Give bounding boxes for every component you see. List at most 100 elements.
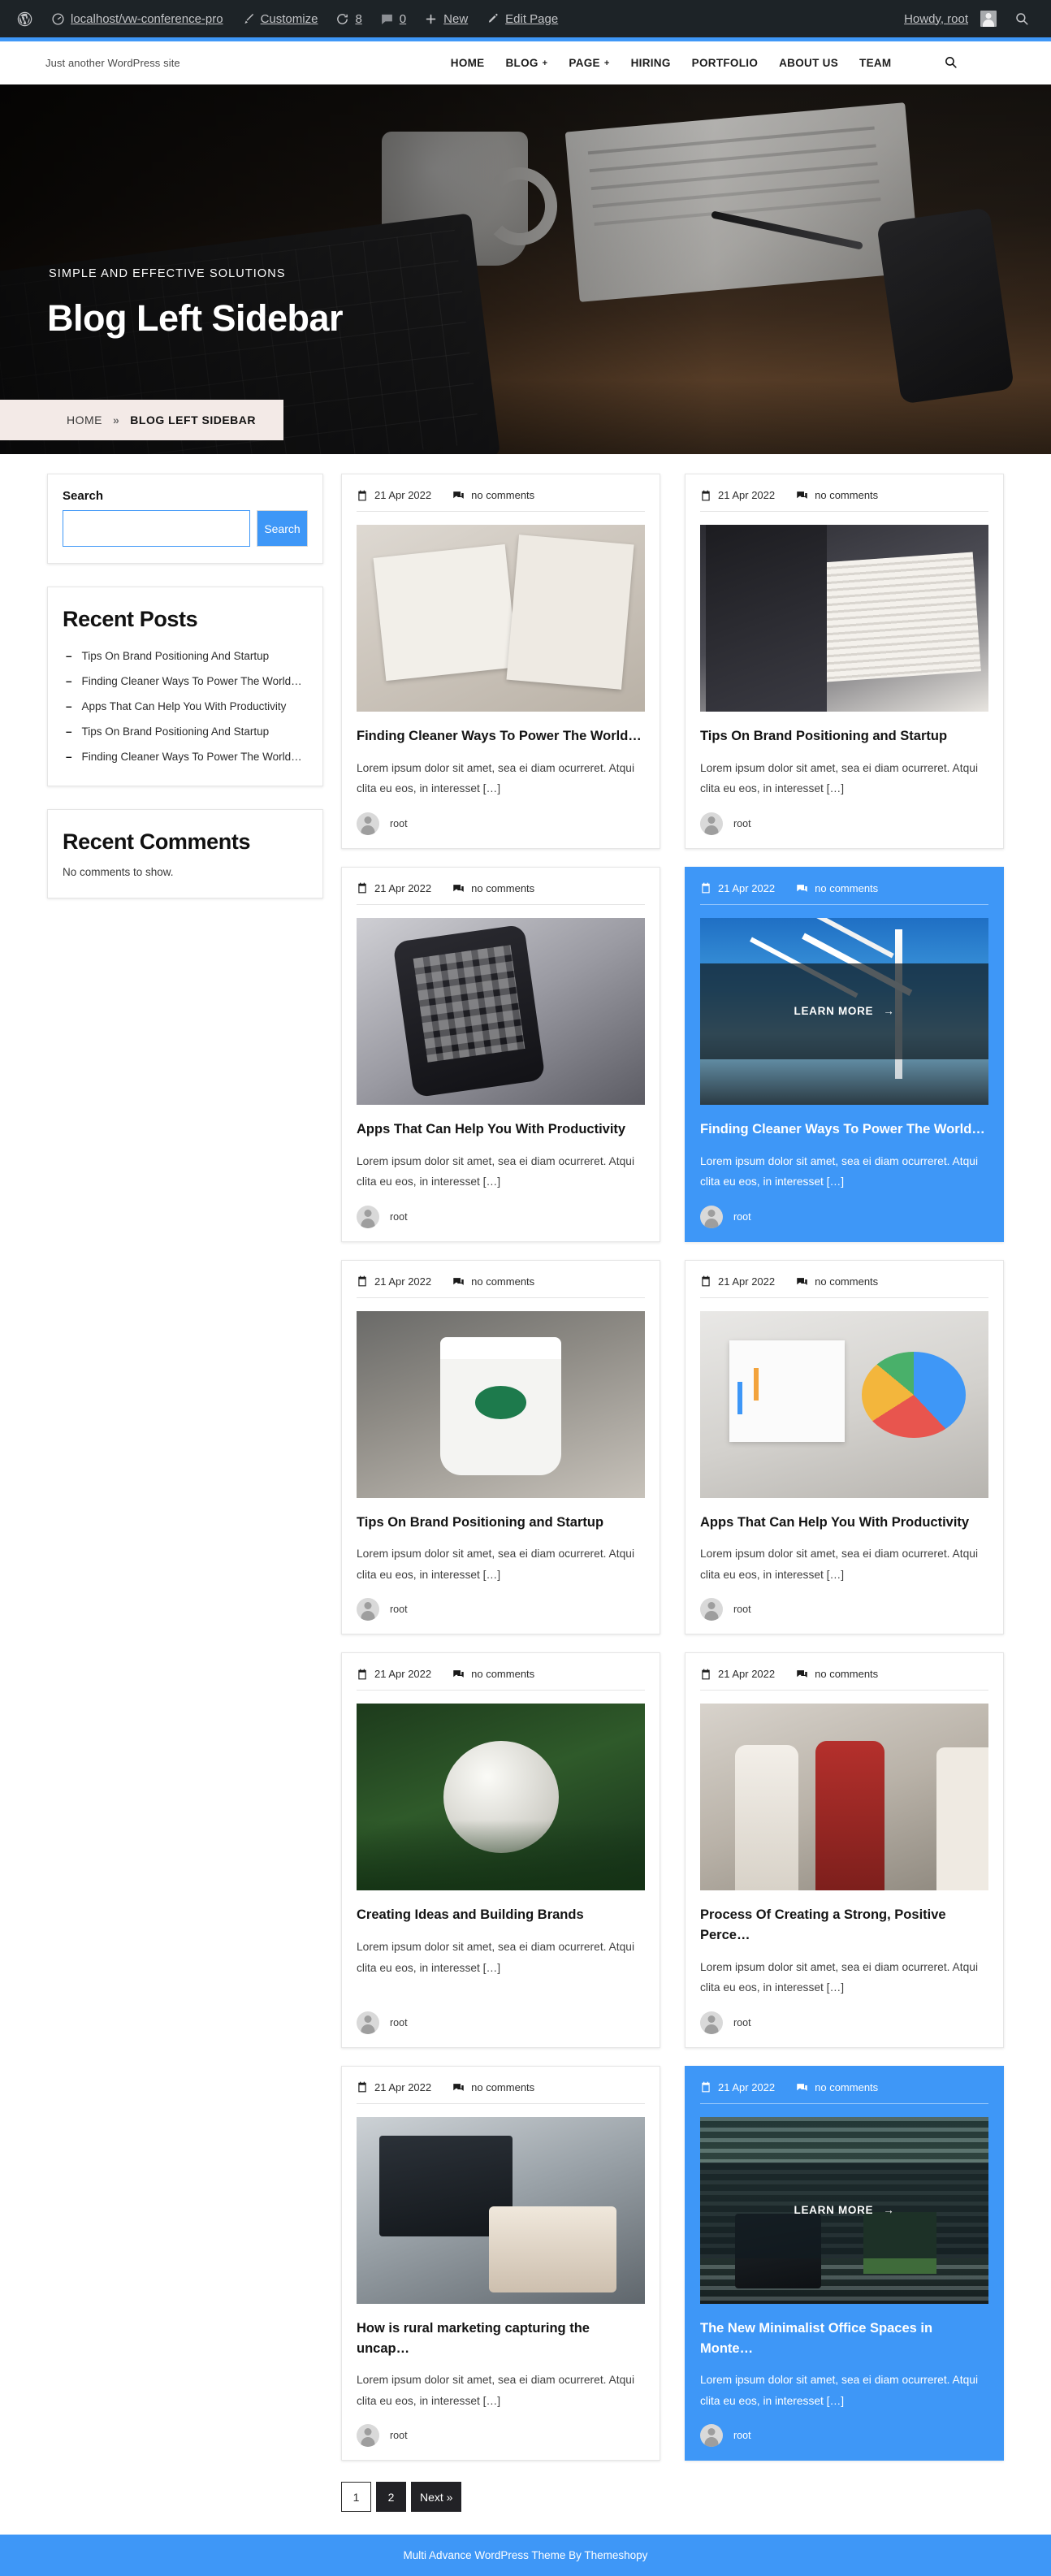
recent-posts-widget: Recent Posts – Tips On Brand Positioning… bbox=[47, 587, 323, 786]
post-card[interactable]: 21 Apr 2022 no comments Creating Ideas a… bbox=[341, 1652, 660, 2048]
post-meta: 21 Apr 2022 no comments bbox=[700, 1275, 988, 1298]
nav-item-team[interactable]: TEAM bbox=[849, 57, 902, 69]
post-comments-label: no comments bbox=[815, 1668, 879, 1681]
wp-logo-menu[interactable] bbox=[13, 0, 42, 37]
post-title[interactable]: Creating Ideas and Building Brands bbox=[357, 1905, 645, 1925]
post-thumbnail[interactable] bbox=[357, 2116, 645, 2304]
post-title[interactable]: Finding Cleaner Ways To Power The World… bbox=[357, 726, 645, 747]
pagination-next[interactable]: Next » bbox=[411, 2482, 462, 2513]
site-name-menu[interactable]: localhost/vw-conference-pro bbox=[42, 0, 232, 37]
recent-posts-title: Recent Posts bbox=[63, 607, 198, 631]
post-thumbnail[interactable] bbox=[700, 525, 988, 712]
edit-page-button[interactable]: Edit Page bbox=[477, 0, 567, 37]
post-title[interactable]: Apps That Can Help You With Productivity bbox=[357, 1119, 645, 1140]
search-submit-button[interactable]: Search bbox=[257, 510, 308, 547]
post-excerpt: Lorem ipsum dolor sit amet, sea ei diam … bbox=[700, 1154, 979, 1188]
pagination-page-1[interactable]: 1 bbox=[341, 2482, 371, 2513]
post-date-label: 21 Apr 2022 bbox=[374, 2080, 432, 2093]
avatar bbox=[357, 812, 379, 835]
breadcrumb-separator: » bbox=[113, 413, 120, 426]
learn-more-button[interactable]: LEARN MORE → bbox=[700, 963, 988, 1059]
post-thumbnail[interactable]: LEARN MORE → bbox=[700, 917, 988, 1105]
breadcrumb-home-link[interactable]: HOME bbox=[67, 413, 102, 426]
recent-post-link[interactable]: Apps That Can Help You With Productivity bbox=[82, 700, 287, 712]
post-comments: no comments bbox=[796, 489, 878, 501]
post-author: root bbox=[700, 1205, 988, 1228]
post-card[interactable]: 21 Apr 2022 no comments Tips On Brand Po… bbox=[685, 474, 1004, 849]
paintbrush-icon bbox=[241, 12, 255, 26]
post-excerpt: Lorem ipsum dolor sit amet, sea ei diam … bbox=[700, 2374, 979, 2407]
nav-item-home[interactable]: HOME bbox=[440, 57, 495, 69]
plus-icon bbox=[424, 12, 438, 26]
comment-bubble-icon bbox=[452, 882, 465, 894]
customize-button[interactable]: Customize bbox=[232, 0, 327, 37]
post-thumbnail[interactable]: LEARN MORE → bbox=[700, 2116, 988, 2304]
post-thumbnail[interactable] bbox=[357, 525, 645, 712]
post-thumbnail[interactable] bbox=[700, 1704, 988, 1891]
sidebar: Search Search Recent Posts – Tips On Bra… bbox=[0, 474, 341, 921]
recent-post-link[interactable]: Tips On Brand Positioning And Startup bbox=[82, 650, 270, 662]
posts-grid: 21 Apr 2022 no comments Finding Cleaner … bbox=[341, 474, 1004, 2461]
recent-post-link[interactable]: Finding Cleaner Ways To Power The World… bbox=[82, 751, 302, 763]
post-card[interactable]: 21 Apr 2022 no comments Tips On Brand Po… bbox=[341, 1259, 660, 1635]
post-card-hovered[interactable]: 21 Apr 2022 no comments LEARN MORE → bbox=[685, 2065, 1004, 2461]
post-author: root bbox=[700, 812, 988, 835]
post-author-name: root bbox=[390, 817, 408, 829]
post-card-hovered[interactable]: 21 Apr 2022 no comments LEARN MORE → bbox=[685, 866, 1004, 1242]
calendar-icon bbox=[700, 1275, 711, 1287]
post-card[interactable]: 21 Apr 2022 no comments Apps That Can He… bbox=[685, 1259, 1004, 1635]
post-title[interactable]: Apps That Can Help You With Productivity bbox=[700, 1513, 988, 1533]
post-title[interactable]: Tips On Brand Positioning and Startup bbox=[357, 1513, 645, 1533]
comment-bubble-icon bbox=[796, 489, 808, 501]
post-date: 21 Apr 2022 bbox=[700, 882, 775, 894]
nav-item-about-us[interactable]: ABOUT US bbox=[768, 57, 849, 69]
post-comments-label: no comments bbox=[815, 2080, 879, 2093]
list-item[interactable]: – Tips On Brand Positioning And Startup bbox=[63, 643, 308, 669]
updates-button[interactable]: 8 bbox=[327, 0, 370, 37]
list-item[interactable]: – Tips On Brand Positioning And Startup bbox=[63, 719, 308, 744]
comments-button[interactable]: 0 bbox=[371, 0, 415, 37]
nav-item-blog[interactable]: BLOG + bbox=[495, 57, 558, 69]
admin-bar-right: Howdy, root bbox=[901, 0, 1038, 37]
post-card[interactable]: 21 Apr 2022 no comments Finding Cleaner … bbox=[341, 474, 660, 849]
post-title[interactable]: Finding Cleaner Ways To Power The World… bbox=[700, 1119, 988, 1140]
post-comments: no comments bbox=[452, 1275, 534, 1288]
post-title[interactable]: How is rural marketing capturing the unc… bbox=[357, 2318, 645, 2359]
list-item[interactable]: – Finding Cleaner Ways To Power The Worl… bbox=[63, 669, 308, 694]
avatar bbox=[357, 1598, 379, 1621]
pencil-icon bbox=[486, 12, 500, 26]
post-excerpt: Lorem ipsum dolor sit amet, sea ei diam … bbox=[357, 1941, 635, 1974]
post-thumbnail[interactable] bbox=[357, 917, 645, 1105]
submenu-plus-icon: + bbox=[603, 58, 610, 68]
admin-bar-search-button[interactable] bbox=[1006, 0, 1038, 37]
nav-item-page[interactable]: PAGE + bbox=[558, 57, 620, 69]
nav-label: HOME bbox=[450, 57, 485, 69]
post-card[interactable]: 21 Apr 2022 no comments How is rural mar… bbox=[341, 2065, 660, 2461]
post-author-name: root bbox=[733, 2016, 751, 2028]
recent-post-link[interactable]: Finding Cleaner Ways To Power The World… bbox=[82, 675, 302, 687]
learn-more-button[interactable]: LEARN MORE → bbox=[700, 2162, 988, 2258]
post-card[interactable]: 21 Apr 2022 no comments Apps That Can He… bbox=[341, 866, 660, 1242]
post-thumbnail[interactable] bbox=[357, 1310, 645, 1498]
post-card[interactable]: 21 Apr 2022 no comments Process Of Creat… bbox=[685, 1652, 1004, 2048]
post-title[interactable]: Process Of Creating a Strong, Positive P… bbox=[700, 1905, 988, 1946]
pagination-page-2[interactable]: 2 bbox=[376, 2482, 406, 2513]
search-input[interactable] bbox=[63, 510, 250, 547]
post-comments: no comments bbox=[796, 882, 878, 894]
calendar-icon bbox=[357, 2081, 368, 2093]
header-search-button[interactable] bbox=[941, 52, 961, 75]
post-comments: no comments bbox=[796, 1668, 878, 1680]
recent-post-link[interactable]: Tips On Brand Positioning And Startup bbox=[82, 725, 270, 738]
post-meta: 21 Apr 2022 no comments bbox=[357, 882, 645, 905]
nav-item-hiring[interactable]: HIRING bbox=[621, 57, 681, 69]
nav-item-portfolio[interactable]: PORTFOLIO bbox=[681, 57, 768, 69]
list-item[interactable]: – Apps That Can Help You With Productivi… bbox=[63, 694, 308, 719]
post-thumbnail[interactable] bbox=[700, 1310, 988, 1498]
list-item[interactable]: – Finding Cleaner Ways To Power The Worl… bbox=[63, 744, 308, 769]
post-title[interactable]: The New Minimalist Office Spaces in Mont… bbox=[700, 2318, 988, 2359]
post-thumbnail[interactable] bbox=[357, 1704, 645, 1891]
post-title[interactable]: Tips On Brand Positioning and Startup bbox=[700, 726, 988, 747]
new-content-button[interactable]: New bbox=[415, 0, 477, 37]
my-account-menu[interactable]: Howdy, root bbox=[901, 0, 1006, 37]
search-widget: Search Search bbox=[47, 474, 323, 564]
